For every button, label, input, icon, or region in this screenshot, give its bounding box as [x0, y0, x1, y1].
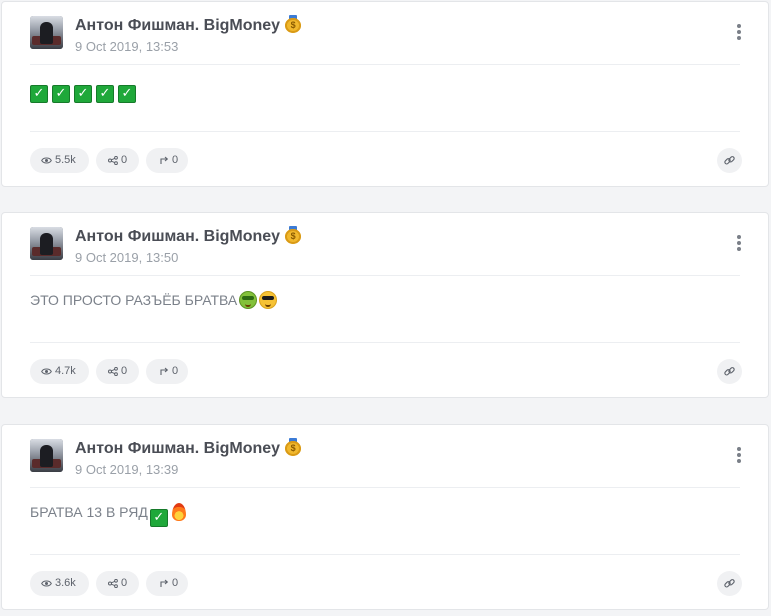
- more-options-icon[interactable]: [734, 24, 744, 42]
- post-body: БРАТВА 13 В РЯД ✓: [30, 503, 186, 527]
- avatar-figure: [40, 233, 53, 255]
- copy-link-button[interactable]: [717, 571, 742, 596]
- check-mark-button-icon: ✓: [74, 85, 92, 103]
- avatar[interactable]: [30, 227, 63, 260]
- author-name[interactable]: Антон Фишман. BigMoney $: [75, 15, 302, 35]
- author-name-label: Антон Фишман. BigMoney: [75, 17, 281, 34]
- check-mark-button-icon: ✓: [52, 85, 70, 103]
- author-name[interactable]: Антон Фишман. BigMoney $: [75, 226, 302, 246]
- copy-link-button[interactable]: [717, 359, 742, 384]
- avatar-figure: [40, 22, 53, 44]
- repost-arrow-icon: [159, 150, 169, 175]
- copy-link-button[interactable]: [717, 148, 742, 173]
- divider: [30, 131, 740, 132]
- eye-icon: [41, 573, 52, 598]
- money-bag-icon: $: [285, 438, 302, 456]
- views-count: 5.5k: [55, 154, 76, 166]
- avatar[interactable]: [30, 16, 63, 49]
- shares-count: 0: [121, 365, 128, 377]
- reposts-count: 0: [172, 154, 179, 166]
- repost-button[interactable]: 0: [146, 359, 188, 384]
- views-button[interactable]: 5.5k: [30, 148, 89, 173]
- post-card: Антон Фишман. BigMoney $ 9 Oct 2019, 13:3…: [1, 424, 769, 610]
- author-name[interactable]: Антон Фишман. BigMoney $: [75, 438, 302, 458]
- author-name-label: Антон Фишман. BigMoney: [75, 440, 281, 457]
- money-mouth-face-icon: [239, 291, 258, 309]
- share-button[interactable]: 0: [96, 148, 139, 173]
- post-card: Антон Фишман. BigMoney $ 9 Oct 2019, 13:5…: [1, 1, 769, 187]
- eye-icon: [41, 150, 52, 175]
- reposts-count: 0: [172, 365, 179, 377]
- repost-arrow-icon: [159, 361, 169, 386]
- post-feed: Антон Фишман. BigMoney $ 9 Oct 2019, 13:5…: [0, 0, 771, 616]
- more-options-icon[interactable]: [734, 447, 744, 465]
- divider: [30, 64, 740, 65]
- share-icon: [108, 573, 118, 598]
- money-bag-icon: $: [285, 15, 302, 33]
- post-text: БРАТВА 13 В РЯД: [30, 504, 148, 520]
- avatar[interactable]: [30, 439, 63, 472]
- views-count: 4.7k: [55, 365, 76, 377]
- repost-button[interactable]: 0: [146, 571, 188, 596]
- eye-icon: [41, 361, 52, 386]
- views-button[interactable]: 3.6k: [30, 571, 89, 596]
- share-button[interactable]: 0: [96, 359, 139, 384]
- reposts-count: 0: [172, 577, 179, 589]
- divider: [30, 342, 740, 343]
- share-icon: [108, 361, 118, 386]
- divider: [30, 275, 740, 276]
- post-body: ЭТО ПРОСТО РАЗЪЁБ БРАТВА: [30, 291, 278, 309]
- share-button[interactable]: 0: [96, 571, 139, 596]
- views-button[interactable]: 4.7k: [30, 359, 89, 384]
- post-body: ✓ ✓ ✓ ✓ ✓: [30, 80, 140, 103]
- fire-icon: [171, 503, 186, 521]
- post-timestamp[interactable]: 9 Oct 2019, 13:50: [75, 250, 178, 265]
- money-bag-icon: $: [285, 226, 302, 244]
- post-timestamp[interactable]: 9 Oct 2019, 13:39: [75, 462, 178, 477]
- check-mark-button-icon: ✓: [149, 509, 168, 527]
- check-mark-button-icon: ✓: [96, 85, 114, 103]
- post-text: ЭТО ПРОСТО РАЗЪЁБ БРАТВА: [30, 292, 238, 308]
- repost-arrow-icon: [159, 573, 169, 598]
- check-mark-button-icon: ✓: [30, 85, 48, 103]
- divider: [30, 487, 740, 488]
- views-count: 3.6k: [55, 577, 76, 589]
- share-icon: [108, 150, 118, 175]
- check-mark-button-icon: ✓: [118, 85, 136, 103]
- avatar-figure: [40, 445, 53, 467]
- smiling-face-sunglasses-icon: [259, 291, 278, 309]
- divider: [30, 554, 740, 555]
- repost-button[interactable]: 0: [146, 148, 188, 173]
- post-card: Антон Фишман. BigMoney $ 9 Oct 2019, 13:5…: [1, 212, 769, 398]
- author-name-label: Антон Фишман. BigMoney: [75, 228, 281, 245]
- shares-count: 0: [121, 577, 128, 589]
- more-options-icon[interactable]: [734, 235, 744, 253]
- shares-count: 0: [121, 154, 128, 166]
- post-timestamp[interactable]: 9 Oct 2019, 13:53: [75, 39, 178, 54]
